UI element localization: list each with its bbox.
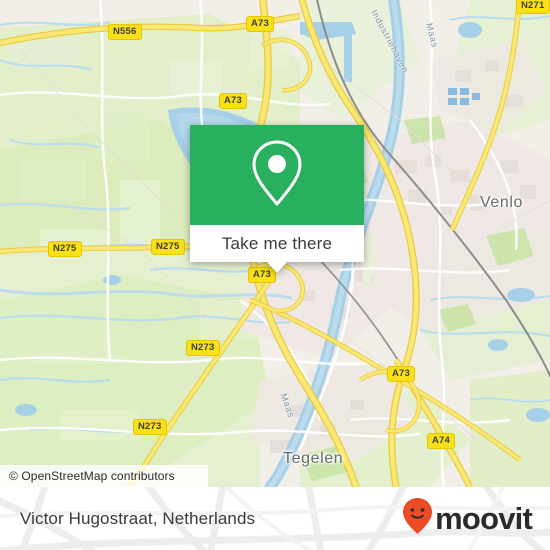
moovit-smiley-pin-icon (402, 497, 433, 540)
callout-icon-area (190, 125, 364, 225)
moovit-logo[interactable]: moovit (402, 497, 533, 540)
callout-action-bar[interactable]: Take me there (190, 225, 364, 273)
map-canvas[interactable]: Industriehaven Maas Maas Venlo Tegelen N… (0, 0, 550, 487)
footer-bar: Victor Hugostraat, Netherlands moovit (0, 487, 550, 550)
map-place-label-venlo: Venlo (480, 194, 524, 211)
take-me-there-callout[interactable]: Take me there (190, 125, 364, 273)
moovit-wordmark: moovit (435, 501, 533, 536)
road-shield-n273: N273 (186, 340, 220, 356)
road-shield-n271: N271 (516, 0, 550, 14)
location-title: Victor Hugostraat, Netherlands (20, 508, 256, 528)
road-shield-n273: N273 (133, 419, 167, 435)
road-shield-n275: N275 (48, 241, 82, 257)
callout-pointer (267, 262, 287, 273)
road-shield-a73: A73 (219, 93, 248, 109)
moovit-map-share-page: Industriehaven Maas Maas Venlo Tegelen N… (0, 0, 550, 550)
road-shield-n556: N556 (108, 24, 142, 40)
take-me-there-label: Take me there (221, 233, 333, 253)
road-shield-a74: A74 (427, 433, 456, 449)
road-shield-a73: A73 (387, 366, 416, 382)
map-pin-icon (248, 137, 306, 214)
road-shield-a73: A73 (246, 16, 275, 32)
road-shield-n275: N275 (151, 239, 185, 255)
osm-attribution[interactable]: © OpenStreetMap contributors (0, 465, 208, 487)
osm-attribution-text: © OpenStreetMap contributors (9, 469, 175, 483)
map-place-label-tegelen: Tegelen (283, 450, 344, 467)
